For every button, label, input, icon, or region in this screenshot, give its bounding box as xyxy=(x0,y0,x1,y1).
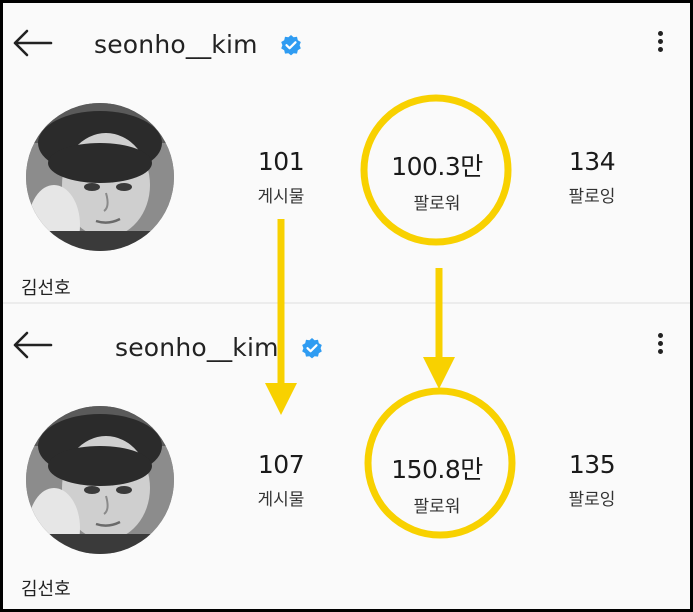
avatar[interactable] xyxy=(26,103,174,251)
more-vertical-icon[interactable] xyxy=(655,28,665,58)
verified-badge-icon xyxy=(300,337,324,361)
profile-name: 김선호 xyxy=(21,278,71,299)
following-value: 135 xyxy=(568,450,616,479)
back-arrow-icon[interactable] xyxy=(11,28,53,58)
followers-label: 팔로워 xyxy=(413,194,461,214)
followers-count[interactable]: 100.3만 팔로워 xyxy=(382,147,492,214)
comparison-screenshot: seonho__kim 김선호 101 게시물 100.3만 팔로워 134 팔… xyxy=(3,3,690,609)
following-count[interactable]: 134 팔로잉 xyxy=(537,147,647,207)
profile-header-before: seonho__kim 김선호 101 게시물 100.3만 팔로워 134 팔… xyxy=(3,3,690,302)
profile-name: 김선호 xyxy=(21,579,71,600)
verified-badge-icon xyxy=(279,34,303,58)
following-label: 팔로잉 xyxy=(568,187,616,207)
posts-count[interactable]: 107 게시물 xyxy=(226,450,336,510)
posts-label: 게시물 xyxy=(257,490,305,510)
avatar[interactable] xyxy=(26,406,174,554)
following-value: 134 xyxy=(568,147,616,176)
followers-count[interactable]: 150.8만 팔로워 xyxy=(382,450,492,517)
followers-value: 150.8만 xyxy=(391,455,483,484)
posts-count[interactable]: 101 게시물 xyxy=(226,147,336,207)
posts-label: 게시물 xyxy=(257,187,305,207)
profile-header-after: seonho__kim 김선호 107 게시물 150.8만 팔로워 135 팔… xyxy=(3,304,690,609)
following-label: 팔로잉 xyxy=(568,490,616,510)
posts-value: 107 xyxy=(257,450,305,479)
back-arrow-icon[interactable] xyxy=(11,330,53,360)
followers-value: 100.3만 xyxy=(391,152,483,181)
followers-label: 팔로워 xyxy=(413,497,461,517)
username: seonho__kim xyxy=(115,333,279,362)
posts-value: 101 xyxy=(257,147,305,176)
more-vertical-icon[interactable] xyxy=(655,330,665,360)
username: seonho__kim xyxy=(94,30,258,59)
following-count[interactable]: 135 팔로잉 xyxy=(537,450,647,510)
